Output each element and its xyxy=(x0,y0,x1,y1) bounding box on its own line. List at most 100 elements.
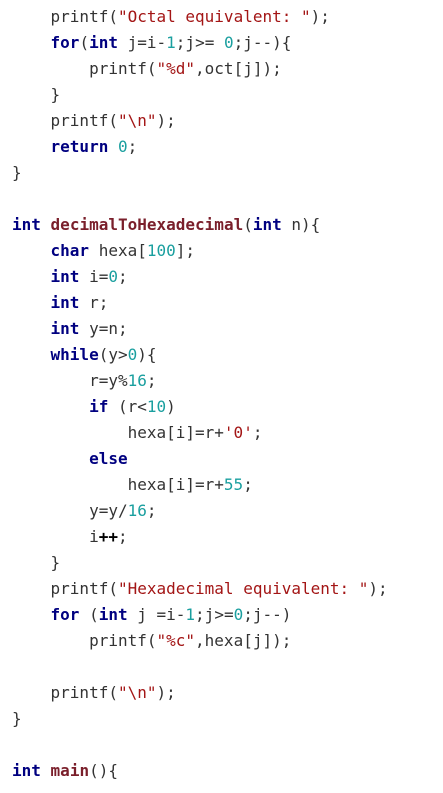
code-line: printf("\n"); xyxy=(12,680,176,706)
code-token: ( xyxy=(146,631,157,650)
code-token: 10 xyxy=(146,397,167,416)
code-token: 16 xyxy=(127,371,147,390)
code-token: } xyxy=(12,85,61,104)
code-line: printf("%c",hexa[j]); xyxy=(12,628,291,654)
code-token: ;j--){ xyxy=(233,33,292,52)
code-token: ; xyxy=(243,475,253,494)
code-line: } xyxy=(12,82,61,108)
code-token: ( xyxy=(108,579,118,598)
code-token: } xyxy=(12,163,22,182)
code-line: } xyxy=(12,550,61,576)
code-token: int xyxy=(50,319,80,338)
code-token: "%d" xyxy=(156,59,196,78)
code-token: int xyxy=(12,215,41,234)
code-token: 0 xyxy=(117,137,128,156)
code-line: printf("Hexadecimal equivalent: "); xyxy=(12,576,388,602)
code-token: printf xyxy=(50,111,109,130)
code-token: int xyxy=(89,33,118,52)
code-line: printf("Octal equivalent: "); xyxy=(12,4,330,30)
code-token: ( xyxy=(243,215,253,234)
code-token: ;j--) xyxy=(243,605,292,624)
code-token: ( xyxy=(79,33,90,52)
code-token: "Octal equivalent: " xyxy=(117,7,311,26)
code-token: for xyxy=(50,33,80,52)
code-token: 55 xyxy=(223,475,244,494)
code-token: ;j>= xyxy=(175,33,224,52)
code-token: hexa[ xyxy=(89,241,147,260)
code-token: '0' xyxy=(223,423,253,442)
code-token: int xyxy=(98,605,128,624)
code-token: ]; xyxy=(175,241,196,260)
code-token: (y> xyxy=(98,345,128,364)
code-token: int xyxy=(12,761,41,780)
code-line: hexa[i]=r+'0'; xyxy=(12,420,263,446)
code-token: (r< xyxy=(108,397,147,416)
code-line: while(y>0){ xyxy=(12,342,157,368)
code-token: ( xyxy=(108,111,118,130)
code-token: } xyxy=(12,709,22,728)
code-token: hexa[i]=r+ xyxy=(12,475,224,494)
code-token: 1 xyxy=(166,33,176,52)
code-line: int decimalToHexadecimal(int n){ xyxy=(12,212,320,238)
code-token: return xyxy=(50,137,109,156)
code-line: return 0; xyxy=(12,134,138,160)
code-token: main xyxy=(50,761,90,780)
code-token: hexa[i]=r+ xyxy=(12,423,224,442)
code-token: while xyxy=(50,345,99,364)
code-token: ){ xyxy=(137,345,157,364)
code-token: ; xyxy=(117,267,128,286)
code-token: ; xyxy=(146,501,157,520)
code-token: char xyxy=(50,241,90,260)
code-token: n){ xyxy=(281,215,321,234)
code-token: decimalToHexadecimal xyxy=(50,215,244,234)
code-token: printf xyxy=(89,59,147,78)
code-token: ;j>= xyxy=(195,605,234,624)
code-token: printf xyxy=(50,7,109,26)
code-token: ; xyxy=(127,137,138,156)
code-token: y=y/ xyxy=(12,501,128,520)
code-token: ; xyxy=(146,371,157,390)
code-token: ); xyxy=(368,579,388,598)
code-token: j =i- xyxy=(127,605,186,624)
code-token: for xyxy=(50,605,80,624)
code-token: j=i- xyxy=(117,33,167,52)
code-token: ( xyxy=(79,605,99,624)
code-line: y=y/16; xyxy=(12,498,157,524)
code-line: r=y%16; xyxy=(12,368,157,394)
code-token: 1 xyxy=(185,605,196,624)
code-token: 100 xyxy=(146,241,176,260)
code-token: ; xyxy=(252,423,263,442)
code-line: hexa[i]=r+55; xyxy=(12,472,253,498)
code-token: ) xyxy=(166,397,176,416)
code-token: (){ xyxy=(89,761,118,780)
code-token: ( xyxy=(108,683,118,702)
code-token: ++ xyxy=(98,527,118,546)
code-token: ,oct[j]); xyxy=(195,59,282,78)
code-token: "\n" xyxy=(117,111,157,130)
code-token: printf xyxy=(50,579,109,598)
code-token: ; xyxy=(117,527,128,546)
code-token: int xyxy=(252,215,282,234)
code-token: 0 xyxy=(233,605,244,624)
code-line: i++; xyxy=(12,524,128,550)
code-line: for (int j =i-1;j>=0;j--) xyxy=(12,602,292,628)
code-token: i xyxy=(12,527,99,546)
code-token: i= xyxy=(79,267,109,286)
code-token: 0 xyxy=(223,33,234,52)
code-token: printf xyxy=(89,631,147,650)
